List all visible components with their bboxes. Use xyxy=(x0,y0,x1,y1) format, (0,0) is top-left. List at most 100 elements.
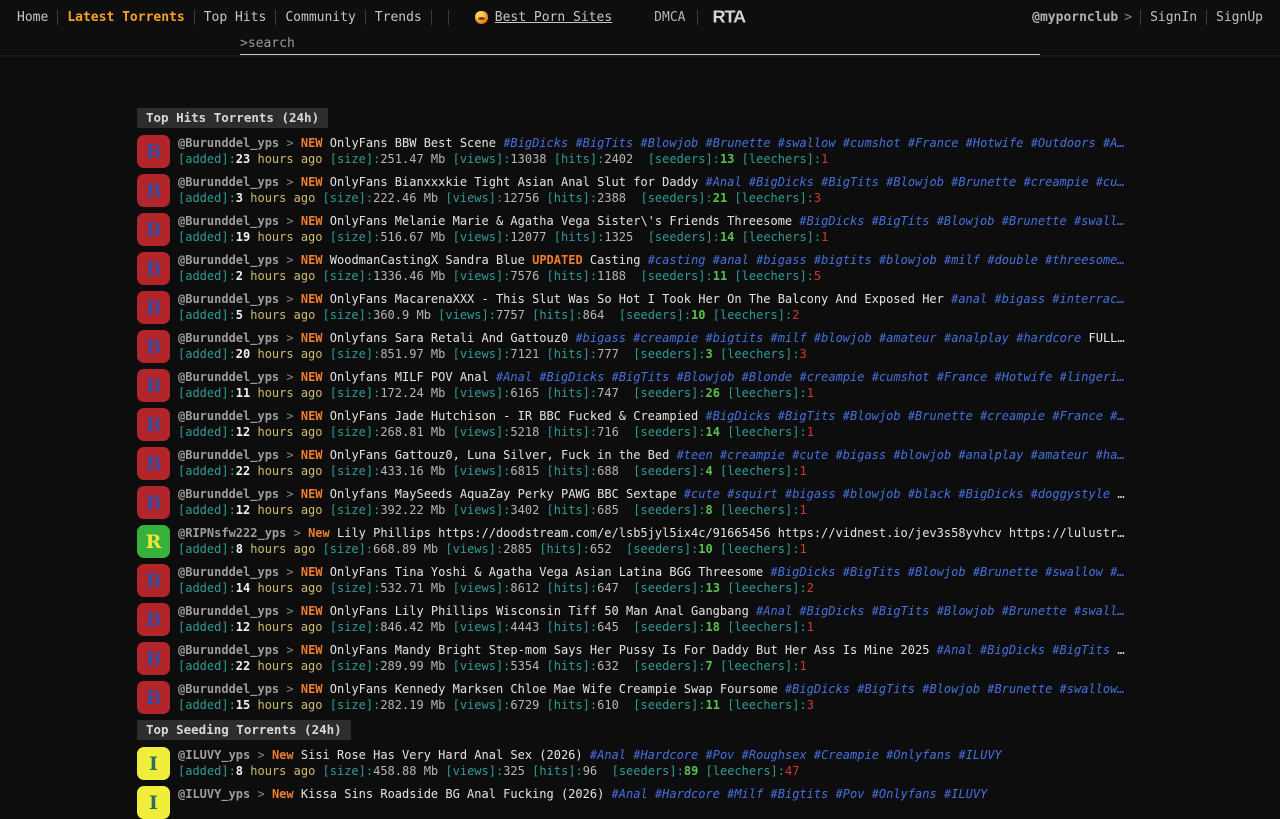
hashtag-link[interactable]: #bigtits xyxy=(706,331,764,345)
hashtag-link[interactable]: #France xyxy=(1052,409,1103,423)
hashtag-link[interactable]: #threesome… xyxy=(1045,253,1124,267)
hashtag-link[interactable]: #Anal xyxy=(612,787,648,801)
hashtag-link[interactable]: #Anal xyxy=(756,604,792,618)
hashtag-link[interactable]: #creampie xyxy=(1023,175,1088,189)
hashtag-link[interactable]: #lingeri… xyxy=(1060,370,1125,384)
nav-item-home[interactable]: Home xyxy=(8,10,57,25)
hashtag-link[interactable]: #bigass xyxy=(994,292,1045,306)
best-porn-sites-link[interactable]: Best Porn Sites xyxy=(475,10,612,25)
torrent-link[interactable]: @Burunddel_yps > NEW OnlyFans MacarenaXX… xyxy=(178,291,1184,307)
hashtag-link[interactable]: #analplay xyxy=(944,331,1009,345)
hashtag-link[interactable]: #Anal xyxy=(937,643,973,657)
uploader-name[interactable]: @Burunddel_yps xyxy=(178,604,279,618)
hashtag-link[interactable]: #BigDicks xyxy=(749,175,814,189)
user-avatar[interactable]: I xyxy=(137,747,170,780)
hashtag-link[interactable]: #BigTits xyxy=(1052,643,1110,657)
torrent-link[interactable]: @Burunddel_yps > NEW OnlyFans BBW Best S… xyxy=(178,135,1184,151)
uploader-name[interactable]: @Burunddel_yps xyxy=(178,292,279,306)
nav-item-trends[interactable]: Trends xyxy=(366,10,431,25)
hashtag-link[interactable]: #blowjob xyxy=(879,253,937,267)
hashtag-link[interactable]: #milf xyxy=(771,331,807,345)
hashtag-link[interactable]: #France xyxy=(908,136,959,150)
hashtag-link[interactable]: #France xyxy=(937,370,988,384)
hashtag-link[interactable]: #Blowjob xyxy=(937,604,995,618)
hashtag-link[interactable]: #swall… xyxy=(1074,604,1125,618)
hashtag-link[interactable]: #bigtits xyxy=(814,253,872,267)
hashtag-link[interactable]: #cute xyxy=(684,487,720,501)
hashtag-link[interactable]: #Pov xyxy=(706,748,735,762)
hashtag-link[interactable]: #anal xyxy=(713,253,749,267)
torrent-link[interactable]: @ILUVY_yps > New Sisi Rose Has Very Hard… xyxy=(178,747,1184,763)
hashtag-link[interactable]: #blowjob xyxy=(843,487,901,501)
hashtag-link[interactable]: #BigTits xyxy=(612,370,670,384)
hashtag-link[interactable]: #Anal xyxy=(496,370,532,384)
hashtag-link[interactable]: #swallow xyxy=(1045,565,1103,579)
hashtag-link[interactable]: #blowjob xyxy=(893,448,951,462)
torrent-link[interactable]: @Burunddel_yps > NEW OnlyFans Lily Phill… xyxy=(178,603,1184,619)
hashtag-link[interactable]: #Anal xyxy=(705,175,741,189)
hashtag-link[interactable]: #Anal xyxy=(590,748,626,762)
torrent-link[interactable]: @RIPNsfw222_yps > New Lily Phillips http… xyxy=(178,525,1184,541)
hashtag-link[interactable]: #ILUVY xyxy=(944,787,987,801)
hashtag-link[interactable]: #Hardcore xyxy=(655,787,720,801)
hashtag-link[interactable]: #swall… xyxy=(1074,214,1125,228)
signup-link[interactable]: SignUp xyxy=(1207,10,1272,25)
hashtag-link[interactable]: #ha… xyxy=(1096,448,1125,462)
hashtag-link[interactable]: #Blonde xyxy=(742,370,793,384)
hashtag-link[interactable]: #creampie xyxy=(720,448,785,462)
user-avatar[interactable]: B xyxy=(137,564,170,597)
hashtag-link[interactable]: #swallow xyxy=(778,136,836,150)
torrent-link[interactable]: @Burunddel_yps > NEW OnlyFans Tina Yoshi… xyxy=(178,564,1184,580)
hashtag-link[interactable]: #Brunette xyxy=(908,409,973,423)
user-avatar[interactable]: B xyxy=(137,486,170,519)
hashtag-link[interactable]: #BigDicks xyxy=(799,214,864,228)
hashtag-link[interactable]: #Brunette xyxy=(706,136,771,150)
uploader-name[interactable]: @Burunddel_yps xyxy=(178,565,279,579)
uploader-name[interactable]: @Burunddel_yps xyxy=(178,214,279,228)
hashtag-link[interactable]: #BigDicks xyxy=(799,604,864,618)
hashtag-link[interactable]: #bigass xyxy=(756,253,807,267)
hashtag-link[interactable]: #BigTits xyxy=(872,604,930,618)
hashtag-link[interactable]: #creampie xyxy=(633,331,698,345)
uploader-name[interactable]: @Burunddel_yps xyxy=(178,643,279,657)
uploader-name[interactable]: @RIPNsfw222_yps xyxy=(178,526,286,540)
hashtag-link[interactable]: #cu… xyxy=(1096,175,1125,189)
hashtag-link[interactable]: #casting xyxy=(648,253,706,267)
uploader-name[interactable]: @Burunddel_yps xyxy=(178,175,279,189)
hashtag-link[interactable]: #Brunette xyxy=(1002,214,1067,228)
uploader-name[interactable]: @Burunddel_yps xyxy=(178,487,279,501)
hashtag-link[interactable]: #BigDicks xyxy=(958,487,1023,501)
hashtag-link[interactable]: #swallow… xyxy=(1060,682,1125,696)
uploader-name[interactable]: @ILUVY_yps xyxy=(178,787,250,801)
uploader-name[interactable]: @ILUVY_yps xyxy=(178,748,250,762)
hashtag-link[interactable]: #cute xyxy=(792,448,828,462)
torrent-link[interactable]: @Burunddel_yps > NEW Onlyfans MaySeeds A… xyxy=(178,486,1184,502)
uploader-name[interactable]: @Burunddel_yps xyxy=(178,253,279,267)
hashtag-link[interactable]: #Pov xyxy=(836,787,865,801)
hashtag-link[interactable]: #BigTits xyxy=(778,409,836,423)
hashtag-link[interactable]: #ILUVY xyxy=(958,748,1001,762)
user-avatar[interactable]: B xyxy=(137,252,170,285)
hashtag-link[interactable]: #Blowjob xyxy=(677,370,735,384)
nav-item-community[interactable]: Community xyxy=(276,10,364,25)
hashtag-link[interactable]: #creampie xyxy=(980,409,1045,423)
hashtag-link[interactable]: #BigTits xyxy=(857,682,915,696)
hashtag-link[interactable]: #cumshot xyxy=(843,136,901,150)
hashtag-link[interactable]: #Blowjob xyxy=(937,214,995,228)
user-avatar[interactable]: B xyxy=(137,447,170,480)
hashtag-link[interactable]: #BigDicks xyxy=(771,565,836,579)
user-avatar[interactable]: B xyxy=(137,291,170,324)
user-avatar[interactable]: B xyxy=(137,603,170,636)
hashtag-link[interactable]: #BigDicks xyxy=(785,682,850,696)
uploader-name[interactable]: @Burunddel_yps xyxy=(178,682,279,696)
hashtag-link[interactable]: #black xyxy=(908,487,951,501)
hashtag-link[interactable]: #Onlyfans xyxy=(872,787,937,801)
hashtag-link[interactable]: #Hotwife xyxy=(966,136,1024,150)
hashtag-link[interactable]: #Blowjob xyxy=(640,136,698,150)
user-avatar[interactable]: B xyxy=(137,681,170,714)
user-avatar[interactable]: B xyxy=(137,135,170,168)
hashtag-link[interactable]: #BigDicks xyxy=(539,370,604,384)
user-avatar[interactable]: B xyxy=(137,174,170,207)
hashtag-link[interactable]: #Brunette xyxy=(987,682,1052,696)
search-input[interactable] xyxy=(248,36,1040,51)
